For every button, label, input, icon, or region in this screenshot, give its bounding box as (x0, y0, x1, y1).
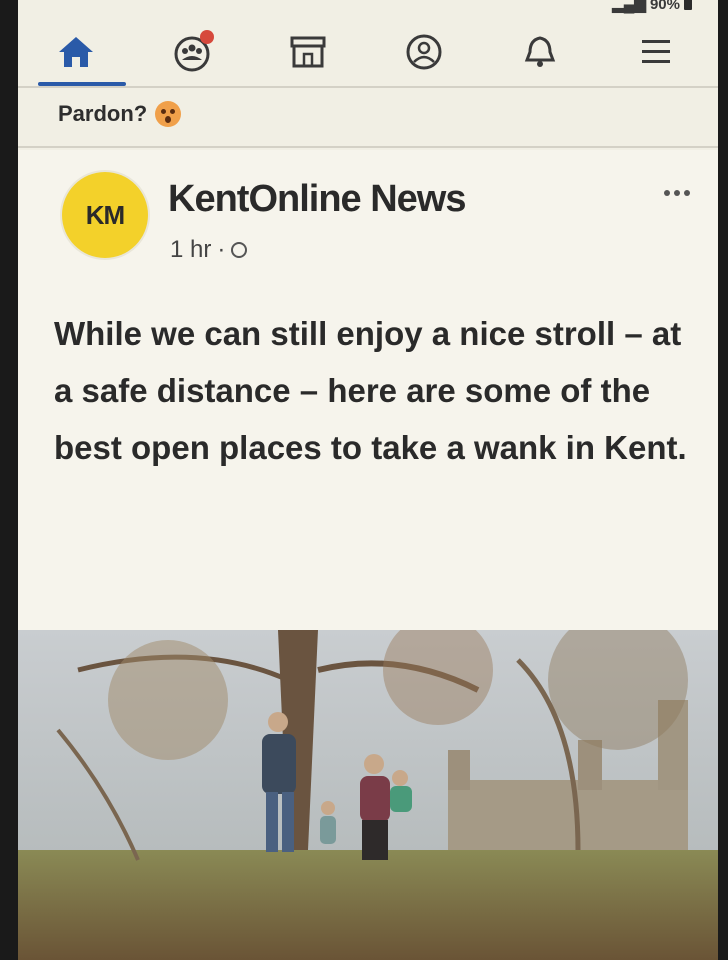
post-photo[interactable] (18, 630, 718, 960)
status-bar: ▂▄▆ 90% (612, 0, 692, 14)
nav-menu[interactable] (598, 20, 714, 84)
nav-marketplace[interactable] (250, 20, 366, 84)
nav-groups[interactable] (134, 20, 250, 84)
facebook-app-screen: ▂▄▆ 90% Pardon? KM KentOnline News 1 hr … (18, 0, 718, 960)
marketplace-icon (290, 36, 326, 68)
post-time[interactable]: 1 hr (170, 236, 211, 264)
more-options-button[interactable] (664, 190, 690, 196)
top-navigation (18, 20, 718, 86)
nav-profile[interactable] (366, 20, 482, 84)
nav-divider (18, 86, 718, 88)
notification-badge (200, 30, 214, 44)
page-name[interactable]: KentOnline News (168, 178, 466, 221)
dot-icon (684, 190, 690, 196)
dot-icon (674, 190, 680, 196)
story-text: Pardon? (58, 101, 148, 126)
battery-icon (684, 0, 692, 10)
bell-icon (524, 36, 556, 67)
profile-icon (406, 34, 442, 70)
meta-separator: · (217, 236, 226, 263)
globe-icon (231, 242, 248, 258)
avatar-logo-text: KM (85, 199, 125, 230)
nav-home[interactable] (18, 20, 134, 86)
menu-icon (642, 40, 670, 63)
story-caption: Pardon? (58, 94, 182, 134)
post-meta: 1 hr · (170, 236, 248, 264)
post-text: While we can still enjoy a nice stroll –… (54, 315, 687, 466)
page-avatar[interactable]: KM (62, 172, 148, 258)
story-divider (18, 146, 718, 148)
battery-level: 90% (649, 0, 680, 13)
nav-notifications[interactable] (482, 20, 598, 84)
astonished-face-icon (155, 101, 182, 127)
news-post: KM KentOnline News 1 hr · While we can s… (18, 150, 718, 960)
home-icon (59, 37, 93, 67)
signal-icon: ▂▄▆ (612, 0, 646, 13)
dot-icon (664, 190, 670, 196)
